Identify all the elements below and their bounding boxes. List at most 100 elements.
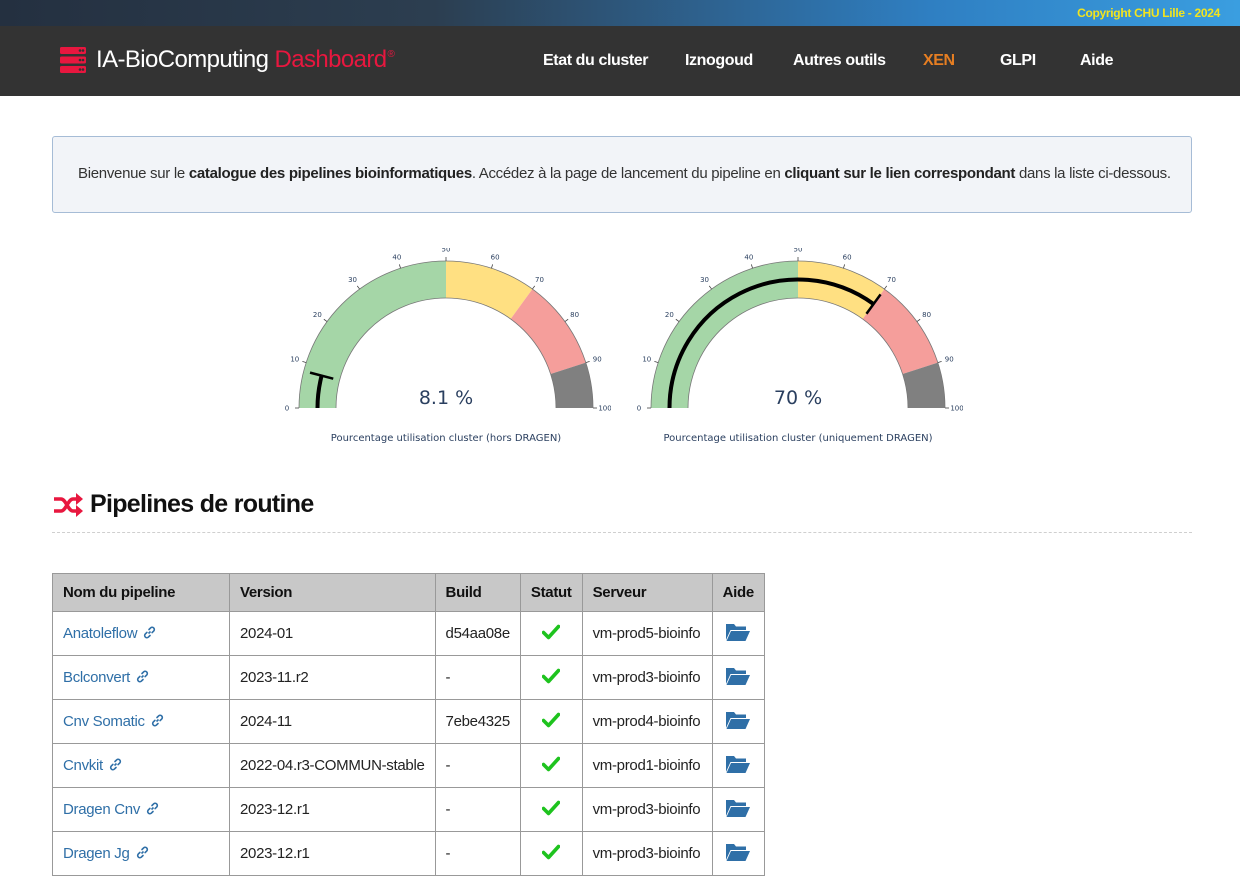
help-cell [711, 611, 765, 656]
help-cell [711, 655, 765, 700]
pipeline-link[interactable]: Anatoleflow [63, 625, 156, 642]
link-icon [146, 802, 159, 815]
nav-glpi[interactable]: GLPI [1000, 26, 1036, 96]
gauge-label: Pourcentage utilisation cluster (uniquem… [663, 433, 932, 444]
gauge-tick-label: 100 [598, 405, 611, 413]
nav-etat-du-cluster[interactable]: Etat du cluster [543, 26, 649, 96]
table-body: Anatoleflow 2024-01 d54aa08e vm-prod5-bi… [52, 611, 765, 876]
build-cell: - [434, 787, 521, 832]
folder-open-icon[interactable] [725, 666, 751, 686]
gauge-tick-mark [564, 318, 569, 322]
gauge-tick-label: 20 [313, 311, 322, 319]
folder-open-icon[interactable] [725, 754, 751, 774]
folder-open-icon[interactable] [725, 710, 751, 730]
welcome-banner: Bienvenue sur le catalogue des pipelines… [52, 136, 1192, 213]
gauge-tick-label: 40 [392, 253, 401, 261]
gauge-tick-mark [937, 360, 942, 363]
section-divider [52, 532, 1192, 533]
pipeline-link[interactable]: Cnv Somatic [63, 713, 164, 730]
gauge-tick-label: 30 [700, 276, 709, 284]
status-cell [519, 831, 583, 876]
welcome-bold-1: catalogue des pipelines bioinformatiques [188, 165, 472, 182]
table-row: Anatoleflow 2024-01 d54aa08e vm-prod5-bi… [52, 611, 765, 656]
server-cell: vm-prod3-bioinfo [581, 655, 713, 700]
gauge-tick-mark [356, 285, 360, 290]
pipeline-link[interactable]: Bclconvert [63, 669, 149, 686]
gauge-value-text: 70 % [774, 387, 822, 409]
gauge-tick-mark [323, 318, 328, 322]
pipeline-cell: Bclconvert [52, 655, 230, 700]
top-strip: Copyright CHU Lille - 2024 [0, 0, 1240, 26]
col-header-server: Serveur [581, 573, 713, 612]
brand-logo[interactable]: IA-BioComputing Dashboard® [60, 46, 395, 74]
copyright-text: Copyright CHU Lille - 2024 [1077, 6, 1220, 20]
check-icon [541, 800, 561, 815]
version-cell: 2023-12.r1 [229, 831, 436, 876]
brand-accent: Dashboard [274, 46, 388, 73]
link-icon [151, 714, 163, 727]
version-cell: 2024-11 [229, 699, 436, 744]
gauge-tick-label: 10 [642, 355, 651, 363]
gauge-tick-mark [750, 264, 753, 269]
gauge-label: Pourcentage utilisation cluster (hors DR… [331, 433, 562, 444]
gauge-tick-label: 60 [491, 253, 500, 261]
pipeline-name: Cnvkit [63, 757, 103, 774]
gauge-cluster-uniquement-dragen: 0 10 20 30 40 50 60 70 80 90 100 70 % Pourcentage … [637, 248, 963, 444]
link-icon [136, 670, 149, 683]
link-icon [109, 758, 121, 771]
col-header-status: Statut [519, 573, 583, 612]
nav-autres-outils[interactable]: Autres outils [793, 26, 886, 96]
gauge-tick-label: 20 [665, 311, 674, 319]
pipeline-cell: Dragen Jg [52, 831, 230, 876]
welcome-bold-2: cliquant sur le lien correspondant [784, 165, 1016, 182]
status-cell [519, 699, 583, 744]
gauge-tick-mark [843, 264, 846, 269]
gauge-tick-mark [302, 360, 307, 363]
pipeline-link[interactable]: Dragen Jg [63, 845, 149, 862]
gauge-tick-label: 100 [950, 405, 963, 413]
gauge-tick-label: 50 [442, 248, 451, 254]
folder-open-icon[interactable] [725, 798, 751, 818]
help-cell [711, 831, 765, 876]
gauge-tick-mark [398, 264, 401, 269]
table-row: Dragen Jg 2023-12.r1 - vm-prod3-bioinfo [52, 831, 765, 876]
pipelines-table: Nom du pipeline Version Build Statut Ser… [52, 573, 765, 876]
gauge-tick-label: 80 [922, 311, 931, 319]
gauge-tick-mark [884, 285, 888, 290]
pipeline-link[interactable]: Dragen Cnv [63, 801, 159, 818]
col-header-help: Aide [711, 573, 765, 612]
nav-xen[interactable]: XEN [923, 26, 955, 96]
status-cell [519, 787, 583, 832]
version-cell: 2024-01 [229, 611, 436, 656]
pipeline-link[interactable]: Cnvkit [63, 757, 122, 774]
gauge-bands [650, 260, 946, 409]
col-header-version: Version [229, 573, 436, 612]
nav-aide[interactable]: Aide [1080, 26, 1113, 96]
help-cell [711, 699, 765, 744]
check-icon [541, 624, 561, 639]
col-header-name: Nom du pipeline [52, 573, 230, 612]
gauge-bands [298, 260, 594, 409]
gauge-tick-label: 50 [794, 248, 803, 254]
server-cell: vm-prod1-bioinfo [581, 743, 713, 788]
gauge-tick-mark [708, 285, 712, 290]
version-cell: 2022-04.r3-COMMUN-stable [229, 743, 436, 788]
gauge-tick-label: 90 [593, 355, 602, 363]
build-cell: d54aa08e [434, 611, 521, 656]
nav-iznogoud[interactable]: Iznogoud [685, 26, 753, 96]
check-icon [541, 668, 561, 683]
check-icon [541, 712, 561, 727]
gauge-tick-label: 80 [570, 311, 579, 319]
folder-open-icon[interactable] [725, 842, 751, 862]
gauge-tick-label: 70 [887, 276, 896, 284]
gauge-cluster-hors-dragen: 0 10 20 30 40 50 60 70 80 90 100 8.1 % Pourcentage… [285, 248, 611, 444]
folder-open-icon[interactable] [725, 622, 751, 642]
gauge-tick-label: 10 [290, 355, 299, 363]
build-cell: - [434, 655, 521, 700]
gauge-tick-label: 0 [637, 405, 641, 413]
pipeline-name: Dragen Cnv [63, 801, 141, 818]
server-cell: vm-prod4-bioinfo [581, 699, 713, 744]
help-cell [711, 743, 765, 788]
check-icon [541, 844, 561, 859]
brand-name: IA-BioComputing [96, 46, 269, 73]
